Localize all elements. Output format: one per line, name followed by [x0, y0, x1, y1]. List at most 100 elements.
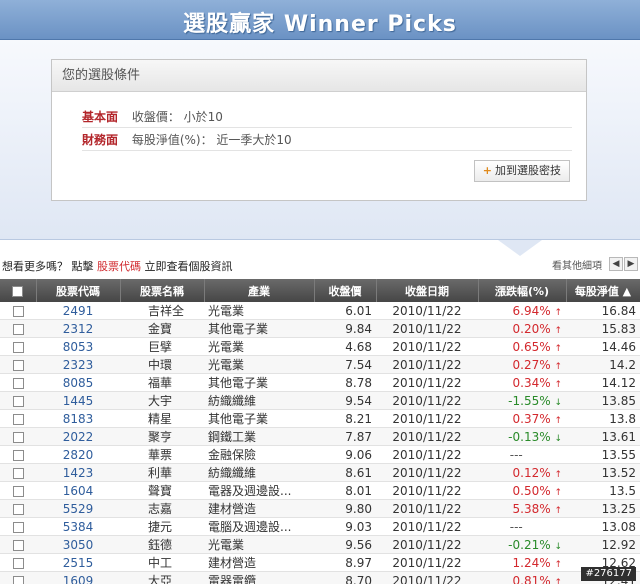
header-name[interactable]: 股票名稱	[120, 279, 205, 302]
row-select[interactable]	[0, 571, 36, 584]
stock-code-link[interactable]: 3050	[36, 535, 120, 554]
checkbox[interactable]	[12, 539, 24, 551]
table-row[interactable]: 1609大亞電器電纜8.702010/11/220.81% ↑12.41	[0, 571, 640, 584]
checkbox[interactable]	[12, 449, 24, 461]
stock-code-link[interactable]: 2820	[36, 445, 120, 464]
stock-code-link[interactable]: 8085	[36, 373, 120, 392]
table-row[interactable]: 8183 精星 其他電子業 8.21 2010/11/22 0.37% ↑ 13.8	[0, 409, 640, 428]
close-price: 8.01	[314, 481, 376, 500]
stock-industry: 光電業	[204, 302, 314, 320]
row-select[interactable]	[0, 535, 36, 554]
table-row[interactable]: 2022 聚亨 鋼鐵工業 7.87 2010/11/22 -0.13% ↓ 13.61	[0, 427, 640, 446]
next-arrow-icon[interactable]: ▶	[624, 257, 638, 271]
row-select[interactable]	[0, 337, 36, 356]
table-row[interactable]: 1445 大宇 紡織纖維 9.54 2010/11/22 -1.55% ↓ 13.85	[0, 391, 640, 410]
stock-code-link[interactable]: 5529	[36, 499, 120, 518]
close-date: 2010/11/22	[376, 553, 478, 572]
row-select[interactable]	[0, 463, 36, 482]
arrow-up-icon: ↑	[554, 325, 562, 336]
close-date: 2010/11/22	[376, 373, 478, 392]
header-code[interactable]: 股票代碼	[36, 279, 121, 302]
add-to-picks-button[interactable]: + 加到選股密技	[473, 160, 570, 182]
stock-name: 吉祥全	[120, 302, 204, 320]
stock-industry: 其他電子業	[204, 319, 314, 338]
stock-name: 華票	[120, 445, 204, 464]
row-select[interactable]	[0, 302, 36, 320]
checkbox[interactable]	[12, 467, 24, 479]
arrow-up-icon: ↑	[554, 307, 562, 318]
table-row[interactable]: 1423 利華 紡織纖維 8.61 2010/11/22 0.12% ↑ 13.52	[0, 463, 640, 482]
row-select[interactable]	[0, 373, 36, 392]
pointer-arrow-icon	[498, 240, 542, 256]
checkbox[interactable]	[12, 341, 24, 353]
row-select[interactable]	[0, 553, 36, 572]
checkbox[interactable]	[12, 485, 24, 497]
stock-code-link[interactable]: 2022	[36, 427, 120, 446]
stock-name: 福華	[120, 373, 204, 392]
row-select[interactable]	[0, 517, 36, 536]
stock-code-link[interactable]: 8183	[36, 409, 120, 428]
stock-code-link[interactable]: 2323	[36, 355, 120, 374]
info-highlight-link[interactable]: 股票代碼	[97, 260, 141, 273]
row-select[interactable]	[0, 355, 36, 374]
checkbox[interactable]	[12, 359, 24, 371]
checkbox[interactable]	[12, 557, 24, 569]
row-select[interactable]	[0, 481, 36, 500]
checkbox[interactable]	[12, 503, 24, 515]
checkbox[interactable]	[12, 431, 24, 443]
row-select[interactable]	[0, 445, 36, 464]
stock-name: 鈺德	[120, 535, 204, 554]
stock-code-link[interactable]: 2312	[36, 319, 120, 338]
checkbox[interactable]	[12, 413, 24, 425]
table-row[interactable]: 5529 志嘉 建材營造 9.80 2010/11/22 5.38% ↑ 13.25	[0, 499, 640, 518]
checkbox[interactable]	[12, 305, 24, 317]
table-row[interactable]: 2515 中工 建材營造 8.97 2010/11/22 1.24% ↑ 12.62	[0, 553, 640, 572]
checkbox[interactable]	[12, 521, 24, 533]
table-row[interactable]: 2820 華票 金融保險 9.06 2010/11/22 --- 13.55	[0, 445, 640, 464]
stock-code-link[interactable]: 1445	[36, 391, 120, 410]
change-percent: 6.94%	[512, 303, 551, 318]
stock-industry: 建材營造	[204, 553, 314, 572]
stock-table: 股票代碼 股票名稱 產業 收盤價 收盤日期 漲跌幅(%) 每股淨值 ▲ 2491…	[0, 279, 640, 584]
stock-code-link[interactable]: 1423	[36, 463, 120, 482]
table-row[interactable]: 1604 聲寶 電器及週邊設... 8.01 2010/11/22 0.50% ↑ 13.5	[0, 481, 640, 500]
stock-name: 金寶	[120, 319, 204, 338]
header-change[interactable]: 漲跌幅(%)	[478, 279, 567, 302]
condition-row-financial: 財務面 每股淨值(%)： 近一季大於10	[82, 129, 572, 151]
header-nav[interactable]: 每股淨值 ▲	[566, 279, 640, 302]
table-row[interactable]: 2312 金寶 其他電子業 9.84 2010/11/22 0.20% ↑ 15.83	[0, 319, 640, 338]
header-close[interactable]: 收盤價	[314, 279, 377, 302]
header-industry[interactable]: 產業	[204, 279, 315, 302]
conditions-box: 您的選股條件 基本面 收盤價： 小於10 財務面 每股淨值(%)： 近一季大於1…	[51, 59, 587, 201]
stock-name: 中環	[120, 355, 204, 374]
stock-code-link[interactable]: 2491	[36, 302, 120, 320]
info-prefix: 想看更多嗎？ 點擊	[2, 260, 94, 273]
stock-industry: 電腦及週邊設...	[204, 517, 314, 536]
row-select[interactable]	[0, 391, 36, 410]
checkbox[interactable]	[12, 575, 24, 584]
table-row[interactable]: 5384 捷元 電腦及週邊設... 9.03 2010/11/22 --- 13.08	[0, 517, 640, 536]
prev-arrow-icon[interactable]: ◀	[609, 257, 623, 271]
row-select[interactable]	[0, 427, 36, 446]
checkbox[interactable]	[12, 323, 24, 335]
checkbox[interactable]	[12, 395, 24, 407]
row-select[interactable]	[0, 499, 36, 518]
table-row[interactable]: 2491 吉祥全 光電業 6.01 2010/11/22 6.94% ↑ 16.84	[0, 302, 640, 320]
table-row[interactable]: 8085 福華 其他電子業 8.78 2010/11/22 0.34% ↑ 14.12	[0, 373, 640, 392]
stock-name: 志嘉	[120, 499, 204, 518]
table-row[interactable]: 8053 巨擘 光電業 4.68 2010/11/22 0.65% ↑ 14.46	[0, 337, 640, 356]
stock-code-link[interactable]: 1609	[36, 571, 120, 584]
header-date[interactable]: 收盤日期	[376, 279, 479, 302]
stock-code-link[interactable]: 1604	[36, 481, 120, 500]
row-select[interactable]	[0, 409, 36, 428]
header-select-all[interactable]	[0, 279, 37, 302]
stock-code-link[interactable]: 8053	[36, 337, 120, 356]
stock-code-link[interactable]: 2515	[36, 553, 120, 572]
table-row[interactable]: 2323 中環 光電業 7.54 2010/11/22 0.27% ↑ 14.2	[0, 355, 640, 374]
close-date: 2010/11/22	[376, 337, 478, 356]
stock-code-link[interactable]: 5384	[36, 517, 120, 536]
row-select[interactable]	[0, 319, 36, 338]
checkbox[interactable]	[12, 377, 24, 389]
table-row[interactable]: 3050 鈺德 光電業 9.56 2010/11/22 -0.21% ↓ 12.92	[0, 535, 640, 554]
checkbox[interactable]	[12, 285, 24, 297]
